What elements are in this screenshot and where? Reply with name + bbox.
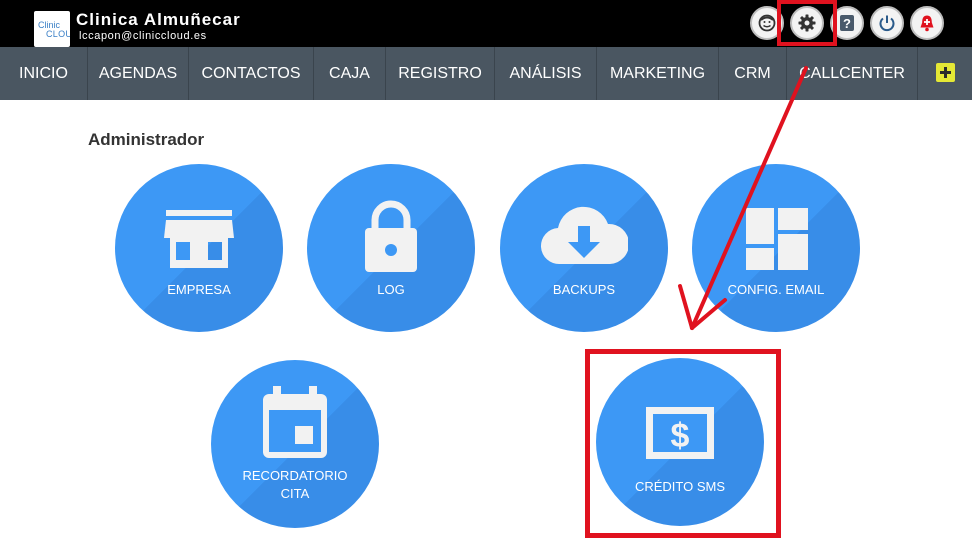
arrow-shaft	[690, 66, 808, 330]
annotation-arrow	[678, 66, 808, 330]
arrow-head-left	[678, 284, 694, 330]
